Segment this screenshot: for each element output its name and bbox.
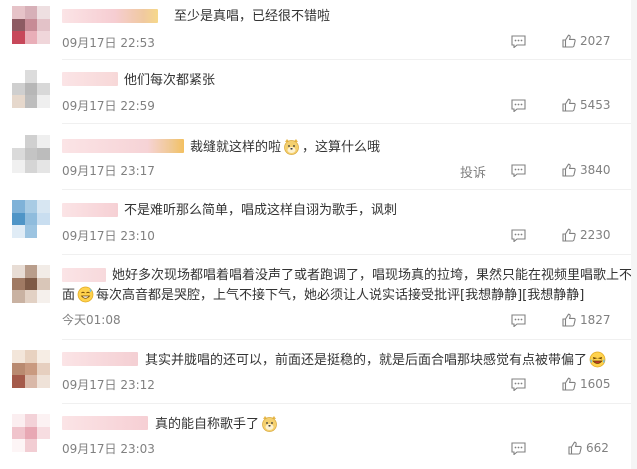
report-link[interactable]: 投诉 bbox=[460, 162, 486, 181]
thumbs-up-icon bbox=[562, 377, 576, 391]
thumbs-up-icon bbox=[562, 34, 576, 48]
like-count: 2230 bbox=[580, 228, 611, 242]
comment-text-part: ，这算什么哦 bbox=[302, 140, 381, 155]
avatar[interactable] bbox=[12, 70, 50, 108]
like-button[interactable]: 1605 bbox=[562, 377, 611, 391]
reply-icon[interactable] bbox=[511, 314, 526, 327]
comment-text-part: 每次高音都是哭腔，上气不接下气，她必须让人说实话接受批评[我想静静][我想静静] bbox=[96, 288, 585, 303]
comment-text-part: 面 bbox=[62, 288, 76, 303]
avatar[interactable] bbox=[12, 265, 50, 303]
divider bbox=[62, 123, 637, 124]
like-button[interactable]: 3840 bbox=[562, 163, 611, 177]
reply-icon[interactable] bbox=[511, 35, 526, 48]
username-blurred[interactable] bbox=[62, 268, 106, 282]
avatar[interactable] bbox=[12, 6, 50, 44]
username-blurred[interactable] bbox=[62, 352, 138, 366]
comment-text: 不是难听那么简单，唱成这样自诩为歌手，讽刺 bbox=[124, 203, 398, 218]
divider bbox=[62, 59, 637, 60]
like-count: 5453 bbox=[580, 98, 611, 112]
comment-time: 今天01:08 bbox=[62, 313, 121, 327]
comment-time: 09月17日 23:17 bbox=[62, 164, 155, 178]
like-count: 2027 bbox=[580, 34, 611, 48]
like-count: 662 bbox=[586, 441, 609, 455]
comment-time: 09月17日 23:10 bbox=[62, 229, 155, 243]
comment-text: 真的能自称歌手了 bbox=[155, 415, 280, 434]
username-blurred[interactable] bbox=[62, 72, 118, 86]
comment-time: 09月17日 23:12 bbox=[62, 378, 155, 392]
doge-emoji-icon bbox=[283, 138, 300, 155]
reply-icon[interactable] bbox=[511, 99, 526, 112]
avatar[interactable] bbox=[12, 350, 50, 388]
like-count: 1605 bbox=[580, 377, 611, 391]
avatar[interactable] bbox=[12, 414, 50, 452]
comment-time: 09月17日 22:53 bbox=[62, 36, 155, 50]
avatar[interactable] bbox=[12, 135, 50, 173]
doge-emoji-icon bbox=[261, 415, 278, 432]
like-count: 1827 bbox=[580, 313, 611, 327]
reply-icon[interactable] bbox=[511, 229, 526, 242]
username-blurred[interactable] bbox=[62, 203, 118, 217]
comment-text: 她好多次现场都唱着唱着没声了或者跑调了，唱现场真的拉垮，果然只能在视频里唱歌上不… bbox=[112, 268, 637, 283]
comment-text-part: 其实并胧唱的还可以，前面还是挺稳的，就是后面合唱那块感觉有点被带偏了 bbox=[145, 353, 588, 368]
username-blurred[interactable] bbox=[62, 139, 184, 153]
thumbs-up-icon bbox=[562, 313, 576, 327]
username-blurred[interactable] bbox=[62, 416, 148, 430]
thumbs-up-icon bbox=[562, 163, 576, 177]
thumbs-up-icon bbox=[562, 228, 576, 242]
thumbs-up-icon bbox=[568, 441, 582, 455]
avatar[interactable] bbox=[12, 200, 50, 238]
comment-time: 09月17日 23:03 bbox=[62, 442, 155, 456]
reply-icon[interactable] bbox=[511, 378, 526, 391]
thumbs-up-icon bbox=[562, 98, 576, 112]
divider bbox=[62, 339, 637, 340]
sweat-smile-emoji-icon bbox=[77, 286, 94, 303]
like-button[interactable]: 5453 bbox=[562, 98, 611, 112]
comment-text: 其实并胧唱的还可以，前面还是挺稳的，就是后面合唱那块感觉有点被带偏了 bbox=[145, 351, 608, 370]
comment-text: 至少是真唱，已经很不错啦 bbox=[174, 9, 331, 24]
comment-text: 裁缝就这样的啦 ，这算什么哦 bbox=[190, 138, 380, 157]
comment-text-part: 裁缝就这样的啦 bbox=[190, 140, 282, 155]
divider bbox=[62, 403, 637, 404]
like-button[interactable]: 662 bbox=[568, 441, 609, 455]
reply-icon[interactable] bbox=[511, 164, 526, 177]
laugh-cry-emoji-icon bbox=[589, 351, 606, 368]
comment-time: 09月17日 22:59 bbox=[62, 99, 155, 113]
comment-text-part: 真的能自称歌手了 bbox=[155, 417, 260, 432]
comment-text: 他们每次都紧张 bbox=[124, 73, 216, 88]
like-count: 3840 bbox=[580, 163, 611, 177]
divider bbox=[62, 254, 637, 255]
divider bbox=[62, 189, 637, 190]
scrollbar[interactable] bbox=[631, 0, 637, 469]
like-button[interactable]: 2230 bbox=[562, 228, 611, 242]
comment-text: 面 每次高音都是哭腔，上气不接下气，她必须让人说实话接受批评[我想静静][我想静静… bbox=[62, 286, 584, 305]
reply-icon[interactable] bbox=[511, 442, 526, 455]
like-button[interactable]: 1827 bbox=[562, 313, 611, 327]
like-button[interactable]: 2027 bbox=[562, 34, 611, 48]
username-blurred[interactable] bbox=[62, 9, 158, 23]
